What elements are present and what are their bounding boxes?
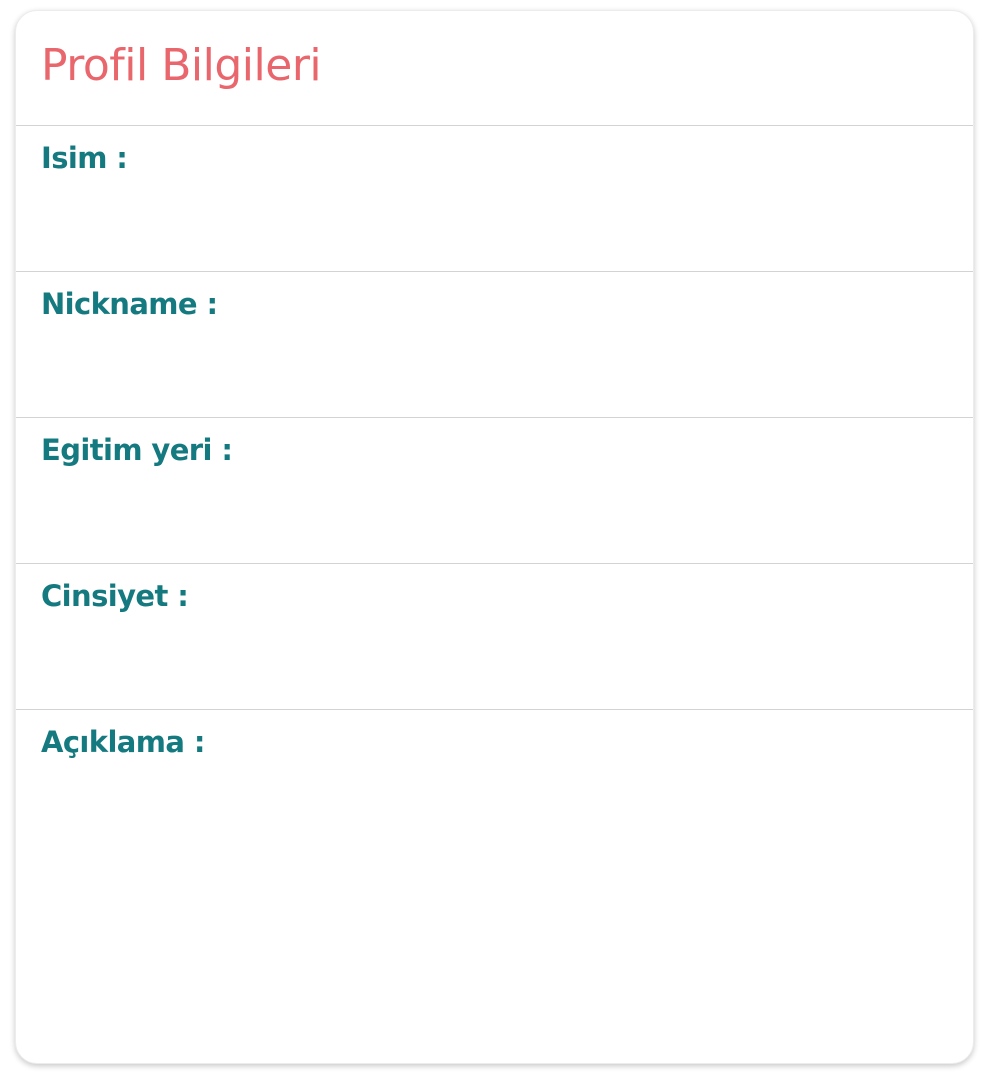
profile-card: Profil Bilgileri Isim : Nickname : Egiti… (15, 10, 974, 1064)
description-label: Açıklama : (41, 725, 205, 759)
page-title: Profil Bilgileri (41, 40, 322, 91)
nickname-value (41, 332, 973, 356)
education-value (41, 478, 973, 502)
gender-label: Cinsiyet : (41, 579, 189, 613)
field-row-gender: Cinsiyet : (16, 564, 973, 710)
field-row-education: Egitim yeri : (16, 418, 973, 564)
field-row-name: Isim : (16, 126, 973, 272)
field-row-description: Açıklama : (16, 710, 973, 794)
name-value (41, 186, 973, 210)
description-value (41, 770, 973, 794)
gender-value (41, 624, 973, 648)
profile-card-header: Profil Bilgileri (16, 11, 973, 126)
name-label: Isim : (41, 141, 128, 175)
education-label: Egitim yeri : (41, 433, 233, 467)
nickname-label: Nickname : (41, 287, 218, 321)
field-row-nickname: Nickname : (16, 272, 973, 418)
